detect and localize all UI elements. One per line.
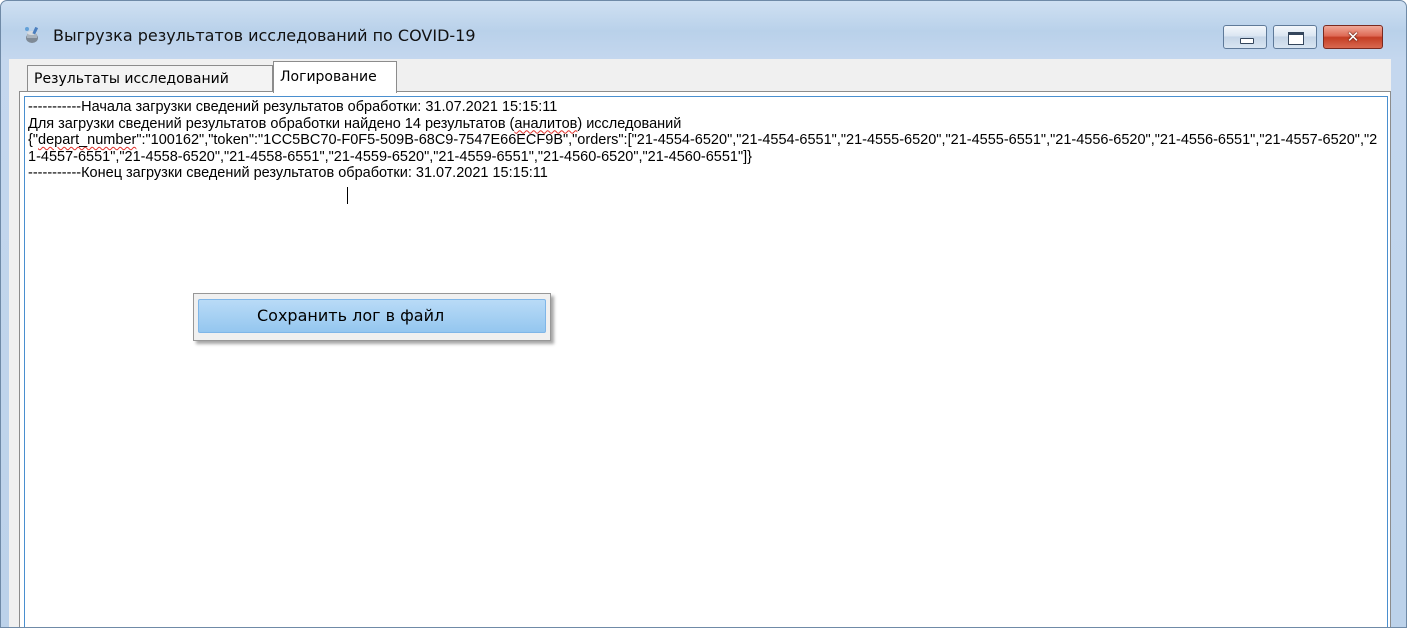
maximize-icon (1288, 32, 1304, 45)
minimize-button[interactable] (1223, 25, 1267, 49)
log-textbox[interactable]: -----------Начала загрузки сведений резу… (24, 96, 1388, 627)
text-caret (347, 187, 348, 204)
log-line-found-part2: ) исследований (577, 115, 682, 132)
close-icon: ✕ (1346, 28, 1360, 46)
maximize-button[interactable] (1273, 25, 1317, 49)
spellcheck-word: аналитов (514, 115, 578, 132)
log-line-start: -----------Начала загрузки сведений резу… (28, 99, 558, 115)
tab-results[interactable]: Результаты исследований (27, 65, 273, 91)
close-button[interactable]: ✕ (1323, 25, 1383, 49)
log-line-found: Для загрузки сведений результатов обрабо… (28, 116, 1384, 133)
tab-logging[interactable]: Логирование (273, 61, 397, 93)
log-line-found-part1: Для загрузки сведений результатов обрабо… (28, 115, 515, 132)
log-json-rest: ":"100162","token":"1CC5BC70-F0F5-509B-6… (28, 132, 1378, 165)
context-menu: Сохранить лог в файл (193, 293, 551, 341)
title-bar[interactable]: Выгрузка результатов исследований по COV… (1, 1, 1406, 57)
log-line-end: -----------Конец загрузки сведений резул… (28, 165, 548, 181)
log-line-json: {"depart_number":"100162","token":"1CC5B… (28, 132, 1378, 165)
window-title: Выгрузка результатов исследований по COV… (53, 26, 476, 45)
log-json-open: {" (28, 132, 38, 148)
minimize-icon (1240, 38, 1254, 44)
spellcheck-word: depart_number (38, 132, 137, 148)
save-log-menu-item[interactable]: Сохранить лог в файл (198, 299, 546, 333)
client-area: Результаты исследований Логирование ----… (9, 59, 1391, 627)
app-icon (25, 26, 39, 43)
tab-panel-logging: -----------Начала загрузки сведений резу… (19, 91, 1391, 627)
main-window: Выгрузка результатов исследований по COV… (0, 0, 1407, 628)
